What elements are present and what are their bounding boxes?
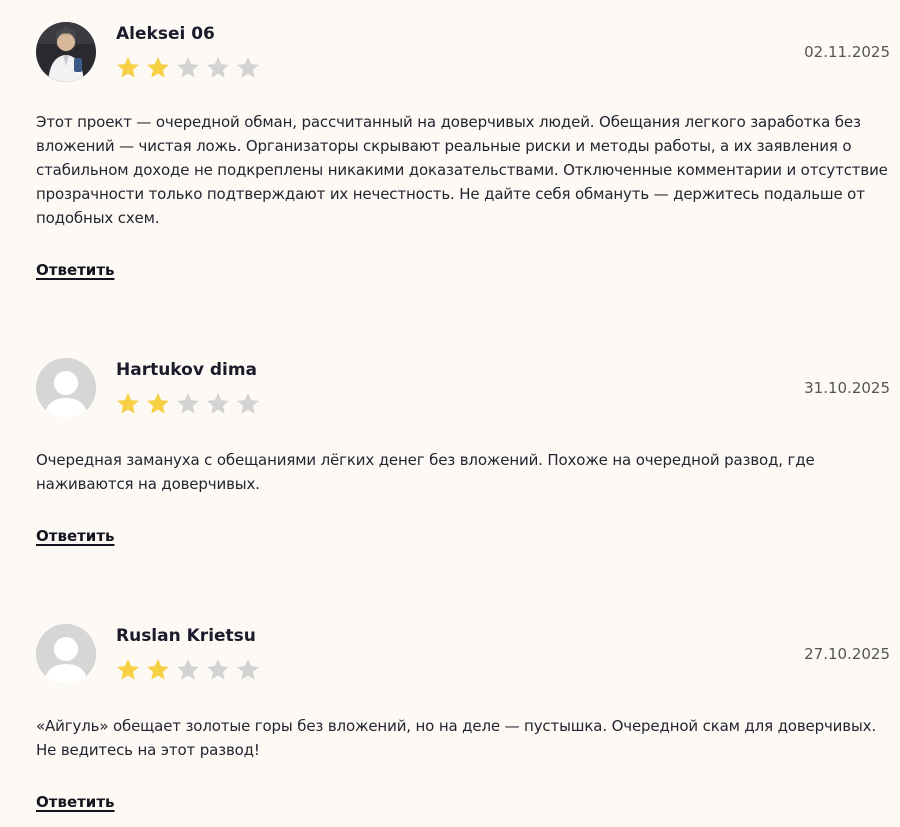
star-filled-icon xyxy=(115,55,141,81)
star-empty-icon xyxy=(205,55,231,81)
review-date: 27.10.2025 xyxy=(804,645,890,663)
star-rating xyxy=(115,391,261,417)
review-date: 02.11.2025 xyxy=(804,43,890,61)
star-filled-icon xyxy=(145,391,171,417)
review-text: Этот проект — очередной обман, рассчитан… xyxy=(36,113,888,227)
star-empty-icon xyxy=(205,391,231,417)
star-empty-icon xyxy=(235,391,261,417)
star-empty-icon xyxy=(235,55,261,81)
review-text: Очередная замануха с обещаниями лёгких д… xyxy=(36,451,815,493)
review-item: Hartukov dima 31.10.2025 Очередная заман… xyxy=(36,358,890,545)
review-header: Ruslan Krietsu 27.10.2025 xyxy=(36,624,890,686)
user-photo-icon xyxy=(36,22,96,82)
star-filled-icon xyxy=(145,657,171,683)
review-date: 31.10.2025 xyxy=(804,379,890,397)
review-item: Ruslan Krietsu 27.10.2025 «Айгуль» обеща… xyxy=(36,624,890,811)
star-empty-icon xyxy=(175,391,201,417)
star-empty-icon xyxy=(175,657,201,683)
default-avatar-icon xyxy=(36,624,96,684)
review-header: Aleksei 06 02.11.2025 xyxy=(36,22,890,84)
avatar xyxy=(36,624,96,684)
star-filled-icon xyxy=(145,55,171,81)
reply-link[interactable]: Ответить xyxy=(36,793,115,811)
avatar xyxy=(36,358,96,418)
star-empty-icon xyxy=(235,657,261,683)
default-avatar-icon xyxy=(36,358,96,418)
author-name: Ruslan Krietsu xyxy=(116,626,256,646)
star-filled-icon xyxy=(115,657,141,683)
review-header: Hartukov dima 31.10.2025 xyxy=(36,358,890,420)
star-empty-icon xyxy=(175,55,201,81)
reply-link[interactable]: Ответить xyxy=(36,261,115,279)
star-filled-icon xyxy=(115,391,141,417)
star-rating xyxy=(115,55,261,81)
author-name: Hartukov dima xyxy=(116,360,258,380)
review-text: «Айгуль» обещает золотые горы без вложен… xyxy=(36,717,877,759)
star-rating xyxy=(115,657,261,683)
author-name: Aleksei 06 xyxy=(116,24,215,44)
avatar xyxy=(36,22,96,82)
review-item: Aleksei 06 02.11.2025 Этот проект — очер… xyxy=(36,22,890,279)
star-empty-icon xyxy=(205,657,231,683)
reply-link[interactable]: Ответить xyxy=(36,527,115,545)
